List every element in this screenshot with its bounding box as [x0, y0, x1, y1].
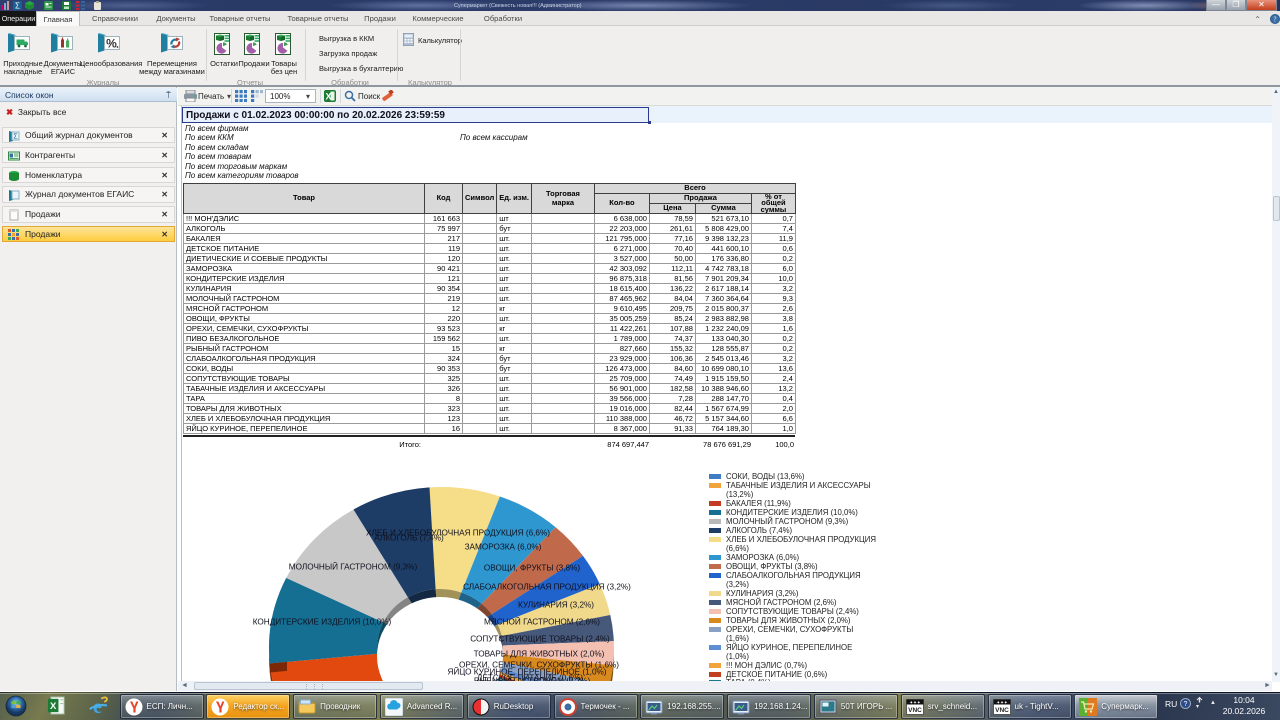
svg-text:✦✦✦: ✦✦✦ [996, 700, 1008, 705]
svg-text:?: ? [1184, 701, 1188, 708]
svg-text:X: X [50, 701, 57, 712]
svg-text:?: ? [1273, 16, 1276, 23]
svg-text:Σ: Σ [13, 133, 18, 140]
svg-text:✦✦✦: ✦✦✦ [909, 700, 921, 705]
svg-text:X: X [325, 92, 331, 102]
svg-text:VNC: VNC [995, 707, 1009, 714]
svg-text:%: % [106, 37, 117, 51]
svg-text:Σ: Σ [15, 2, 20, 11]
svg-text:VNC: VNC [908, 707, 922, 714]
